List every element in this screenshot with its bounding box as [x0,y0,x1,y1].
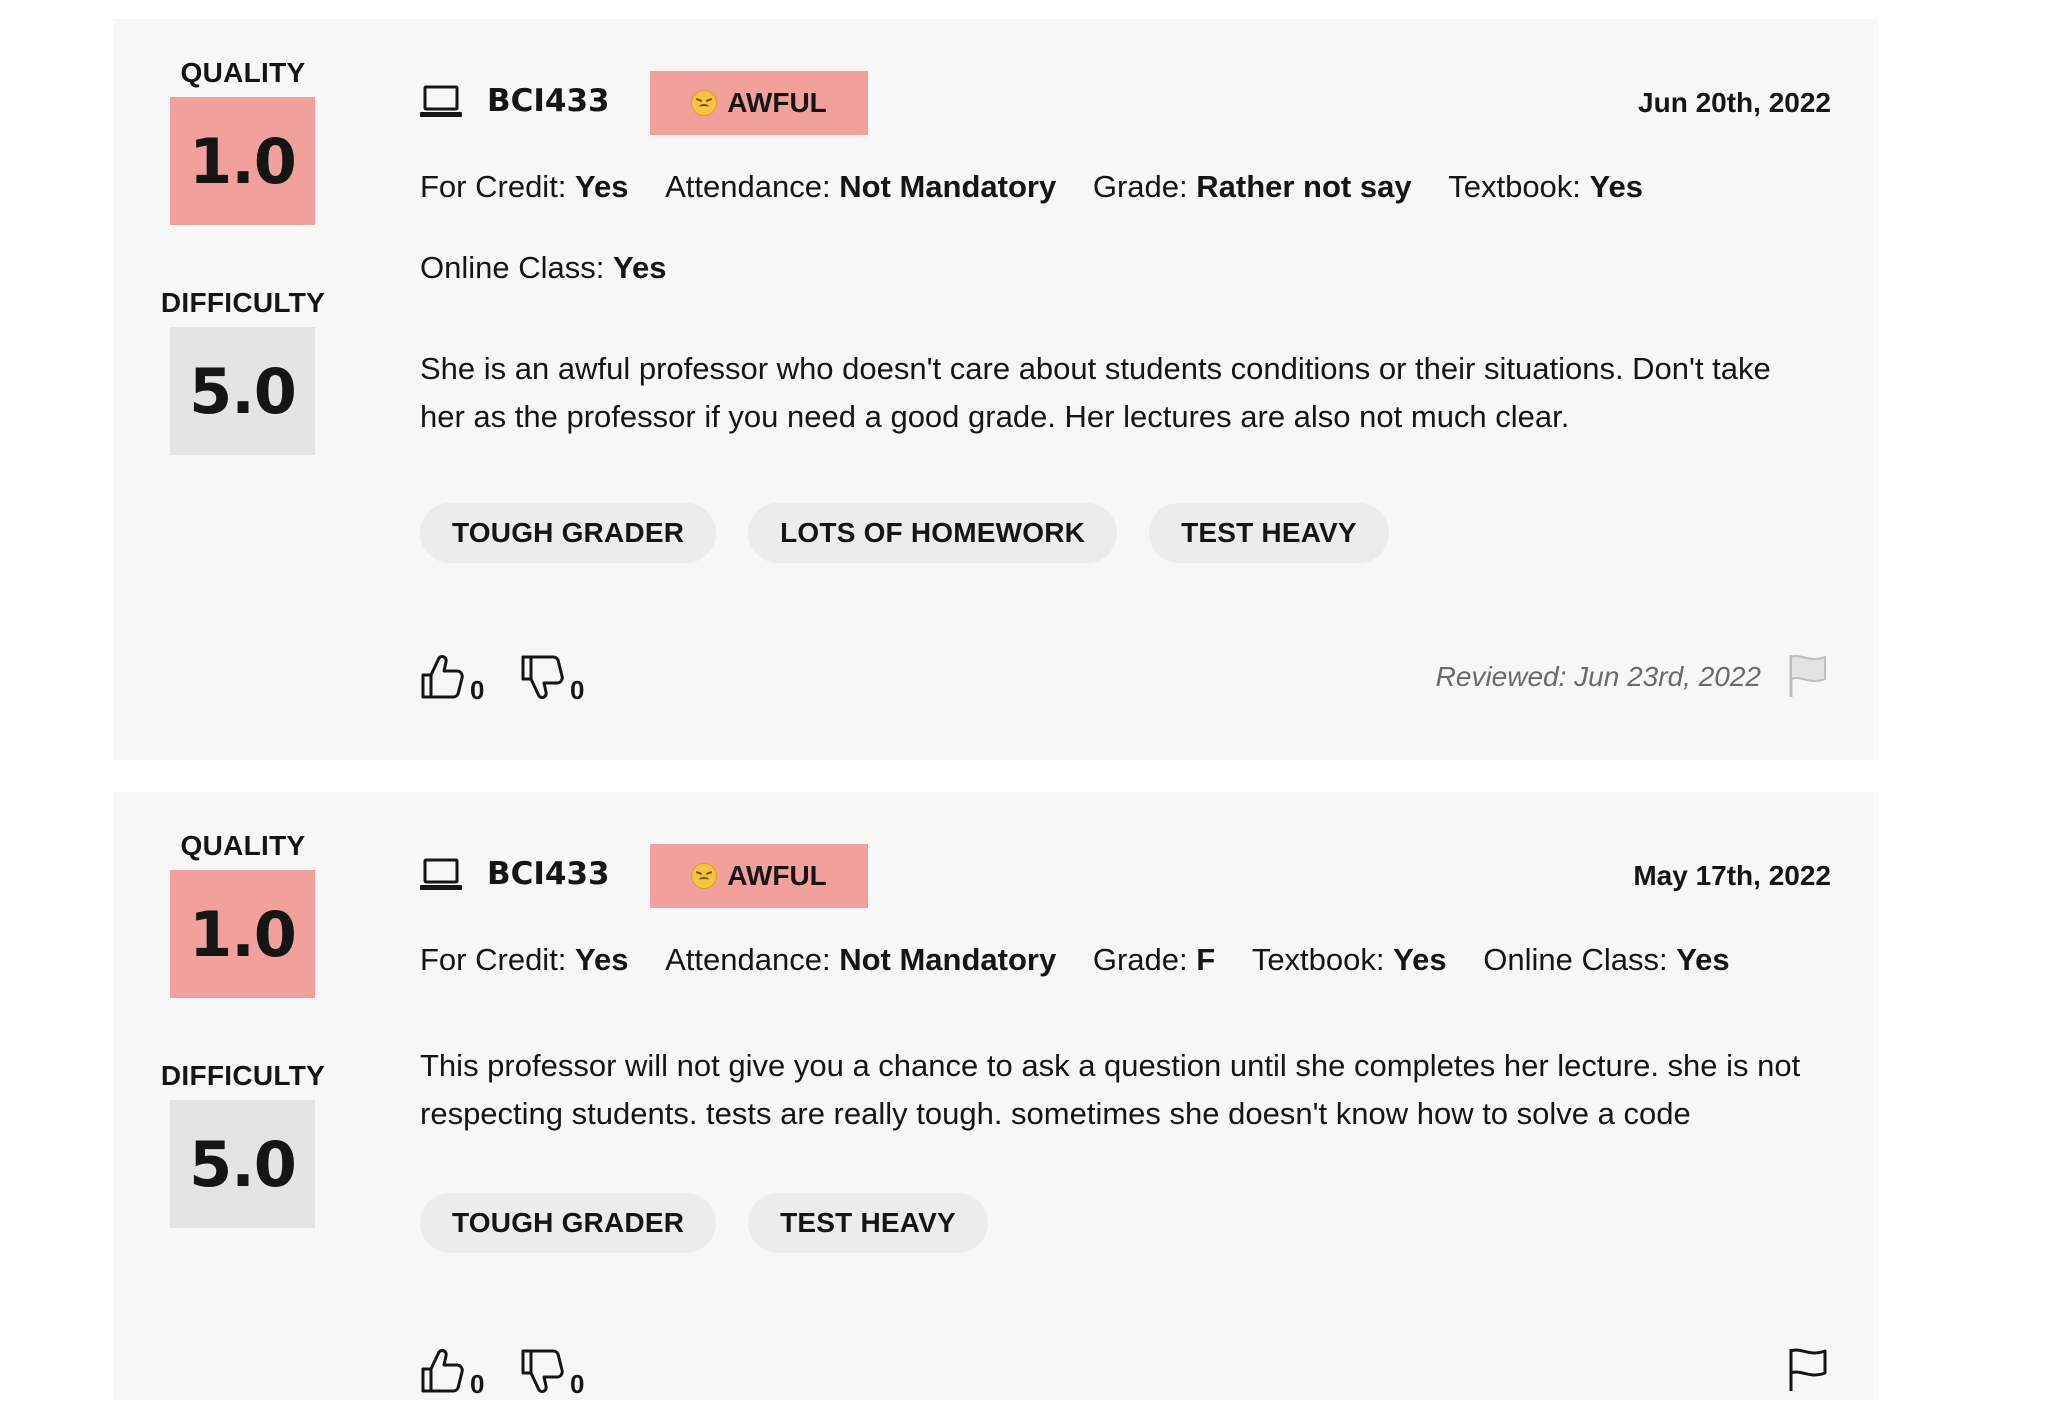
thumbs-down-icon[interactable] [520,653,564,701]
difficulty-score: 5.0 [170,327,315,455]
meta-grade: Grade: Rather not say [1092,169,1412,204]
meta-row: For Credit: Yes Attendance: Not Mandator… [420,942,1758,978]
meta-row: For Credit: Yes Attendance: Not Mandator… [420,169,1671,205]
meta-for-credit: For Credit: Yes [420,942,629,977]
quality-score: 1.0 [170,97,315,225]
emotion-label: AWFUL [727,87,827,118]
thumbs-up-icon[interactable] [420,1347,464,1395]
course-code[interactable]: BCI433 [487,83,610,119]
tag: TOUGH GRADER [420,503,717,563]
difficulty-score: 5.0 [170,1100,315,1228]
thumbs-down-icon[interactable] [520,1347,564,1395]
tag: TOUGH GRADER [420,1193,717,1253]
laptop-icon [420,858,462,890]
thumbs-up-count: 0 [470,675,485,705]
meta-textbook: Textbook: Yes [1251,942,1447,977]
meta-online-class: Online Class: Yes [1483,942,1730,977]
course-code[interactable]: BCI433 [487,856,610,892]
meta-attendance: Attendance: Not Mandatory [665,942,1057,977]
rating-body: BCI433 AWFUL May 17th, 2022 For Credit: … [420,792,1831,1400]
meta-for-credit: For Credit: Yes [420,169,629,204]
rating-header: BCI433 AWFUL May 17th, 2022 [420,844,1831,908]
rating-card: QUALITY 1.0 DIFFICULTY 5.0 BCI433 AWFUL … [113,792,1878,1400]
thumbs-down-count: 0 [570,675,585,705]
tag: TEST HEAVY [748,1193,988,1253]
meta-textbook: Textbook: Yes [1448,169,1643,204]
thumbs-up-icon[interactable] [420,653,464,701]
rating-footer: 0 0 Reviewed: Jun 23rd, 2022 [420,653,1831,713]
meta-grade: Grade: F [1092,942,1216,977]
review-comment: This professor will not give you a chanc… [420,1048,1801,1131]
meta-row-2: Online Class: Yes [420,250,694,286]
tag: TEST HEAVY [1149,503,1389,563]
emotion-label: AWFUL [727,860,827,891]
rating-header: BCI433 AWFUL Jun 20th, 2022 [420,71,1831,135]
laptop-icon [420,85,462,117]
angry-face-icon [691,863,718,889]
difficulty-label: DIFFICULTY [160,287,326,318]
rating-date: Jun 20th, 2022 [1638,87,1831,118]
flag-icon[interactable] [1787,1347,1829,1393]
quality-label: QUALITY [180,830,306,861]
rating-footer: 0 0 [420,1347,1831,1407]
quality-score: 1.0 [170,870,315,998]
reviewed-date: Reviewed: Jun 23rd, 2022 [1435,661,1761,692]
review-comment: She is an awful professor who doesn't ca… [420,351,1771,434]
rating-card: QUALITY 1.0 DIFFICULTY 5.0 BCI433 AWFUL … [113,19,1878,760]
tag-list: TOUGH GRADER TEST HEAVY [420,1193,988,1253]
rating-body: BCI433 AWFUL Jun 20th, 2022 For Credit: … [420,19,1831,760]
difficulty-label: DIFFICULTY [160,1060,326,1091]
rating-date: May 17th, 2022 [1633,860,1831,891]
flag-icon[interactable] [1787,653,1829,699]
meta-online-class: Online Class: Yes [420,250,667,285]
tag: LOTS OF HOMEWORK [748,503,1118,563]
emotion-badge: AWFUL [650,844,868,908]
thumbs-down-count: 0 [570,1369,585,1399]
thumbs-up-count: 0 [470,1369,485,1399]
meta-attendance: Attendance: Not Mandatory [665,169,1057,204]
tag-list: TOUGH GRADER LOTS OF HOMEWORK TEST HEAVY [420,503,1389,563]
quality-label: QUALITY [180,57,306,88]
emotion-badge: AWFUL [650,71,868,135]
angry-face-icon [691,90,718,116]
